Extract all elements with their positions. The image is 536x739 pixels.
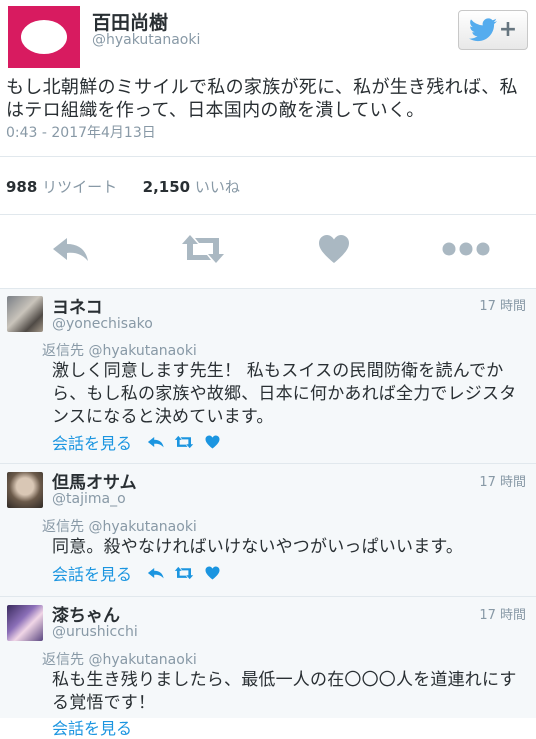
like-button[interactable] <box>200 564 224 582</box>
reply-prefix: 返信先 <box>42 343 84 359</box>
reply-to-handle[interactable]: @hyakutanaoki <box>88 343 196 359</box>
tweet-stats: 988 リツイート 2,150 いいね <box>6 176 240 197</box>
reply-footer: 会話を見る <box>52 715 144 739</box>
retweet-button[interactable] <box>172 564 196 582</box>
retweet-button[interactable] <box>172 433 196 451</box>
reply-display-name[interactable]: ヨネコ <box>52 293 103 318</box>
reply-text: 激しく同意します先生！ 私もスイスの民間防衛を読んでから、もし私の家族や故郷、日… <box>52 361 517 427</box>
reply-button[interactable] <box>144 433 168 451</box>
author-display-name[interactable]: 百田尚樹 <box>92 8 168 35</box>
reply-to-handle[interactable]: @hyakutanaoki <box>88 652 196 668</box>
more-button[interactable] <box>441 226 491 272</box>
reply-time[interactable]: 17 時間 <box>479 604 526 623</box>
divider <box>0 214 536 215</box>
view-conversation-link[interactable]: 会話を見る <box>52 561 132 585</box>
reply-to-line: 返信先 @hyakutanaoki <box>42 516 197 536</box>
twitter-bird-icon <box>468 18 497 42</box>
more-dots-icon <box>442 242 490 256</box>
reply-avatar[interactable] <box>7 605 43 641</box>
reply-screen-name[interactable]: @yonechisako <box>52 316 153 332</box>
retweet-icon <box>174 566 194 580</box>
reply-screen-name[interactable]: @tajima_o <box>52 491 126 507</box>
reply-display-name[interactable]: 漆ちゃん <box>52 601 120 626</box>
like-label: いいね <box>194 178 240 196</box>
like-button[interactable] <box>200 433 224 451</box>
heart-icon <box>205 566 220 580</box>
view-conversation-link[interactable]: 会話を見る <box>52 715 132 739</box>
reply-prefix: 返信先 <box>42 652 84 668</box>
author-avatar[interactable] <box>8 6 80 68</box>
reply-item: ヨネコ @yonechisako 17 時間 返信先 @hyakutanaoki… <box>0 288 536 463</box>
reply-to-line: 返信先 @hyakutanaoki <box>42 340 197 360</box>
reply-icon <box>147 437 164 448</box>
author-screen-name[interactable]: @hyakutanaoki <box>92 32 200 48</box>
reply-icon <box>147 568 164 579</box>
reply-display-name[interactable]: 但馬オサム <box>52 468 137 493</box>
reply-time[interactable]: 17 時間 <box>479 471 526 490</box>
retweet-icon <box>174 435 194 449</box>
tweet-timestamp[interactable]: 0:43 - 2017年4月13日 <box>6 122 156 142</box>
reply-to-handle[interactable]: @hyakutanaoki <box>88 519 196 535</box>
heart-icon <box>319 235 349 263</box>
reply-button[interactable] <box>144 564 168 582</box>
reply-button[interactable] <box>46 226 96 272</box>
reply-screen-name[interactable]: @urushicchi <box>52 624 138 640</box>
divider <box>0 156 536 157</box>
reply-footer: 会話を見る <box>52 561 228 585</box>
reply-prefix: 返信先 <box>42 519 84 535</box>
reply-icon <box>53 238 88 261</box>
follow-plus: + <box>498 17 518 42</box>
tweet-text: もし北朝鮮のミサイルで私の家族が死に、私が生き残れば、私はテロ組織を作って、日本… <box>6 77 518 121</box>
reply-item: 但馬オサム @tajima_o 17 時間 返信先 @hyakutanaoki … <box>0 464 536 596</box>
reply-text: 同意。殺やなければいけないやつがいっぱいいます。 <box>52 537 464 557</box>
tweet-actions <box>0 226 536 272</box>
retweet-button[interactable] <box>178 226 228 272</box>
like-button[interactable] <box>309 226 359 272</box>
reply-footer: 会話を見る <box>52 430 228 454</box>
view-conversation-link[interactable]: 会話を見る <box>52 430 132 454</box>
heart-icon <box>205 435 220 449</box>
main-tweet: 百田尚樹 @hyakutanaoki + もし北朝鮮のミサイルで私の家族が死に、… <box>0 0 536 290</box>
retweet-icon <box>182 235 224 263</box>
retweet-count[interactable]: 988 <box>6 178 37 196</box>
follow-button[interactable]: + <box>458 10 528 50</box>
like-count[interactable]: 2,150 <box>143 178 190 196</box>
reply-item: 漆ちゃん @urushicchi 17 時間 返信先 @hyakutanaoki… <box>0 597 536 738</box>
reply-avatar-cat[interactable] <box>7 296 43 332</box>
reply-to-line: 返信先 @hyakutanaoki <box>42 649 197 669</box>
reply-list: ヨネコ @yonechisako 17 時間 返信先 @hyakutanaoki… <box>0 288 536 738</box>
reply-text: 私も生き残りましたら、最低一人の在〇〇〇人を道連れにする覚悟です！ <box>52 670 517 713</box>
reply-time[interactable]: 17 時間 <box>479 295 526 314</box>
retweet-label: リツイート <box>42 178 118 196</box>
reply-avatar[interactable] <box>7 472 43 508</box>
